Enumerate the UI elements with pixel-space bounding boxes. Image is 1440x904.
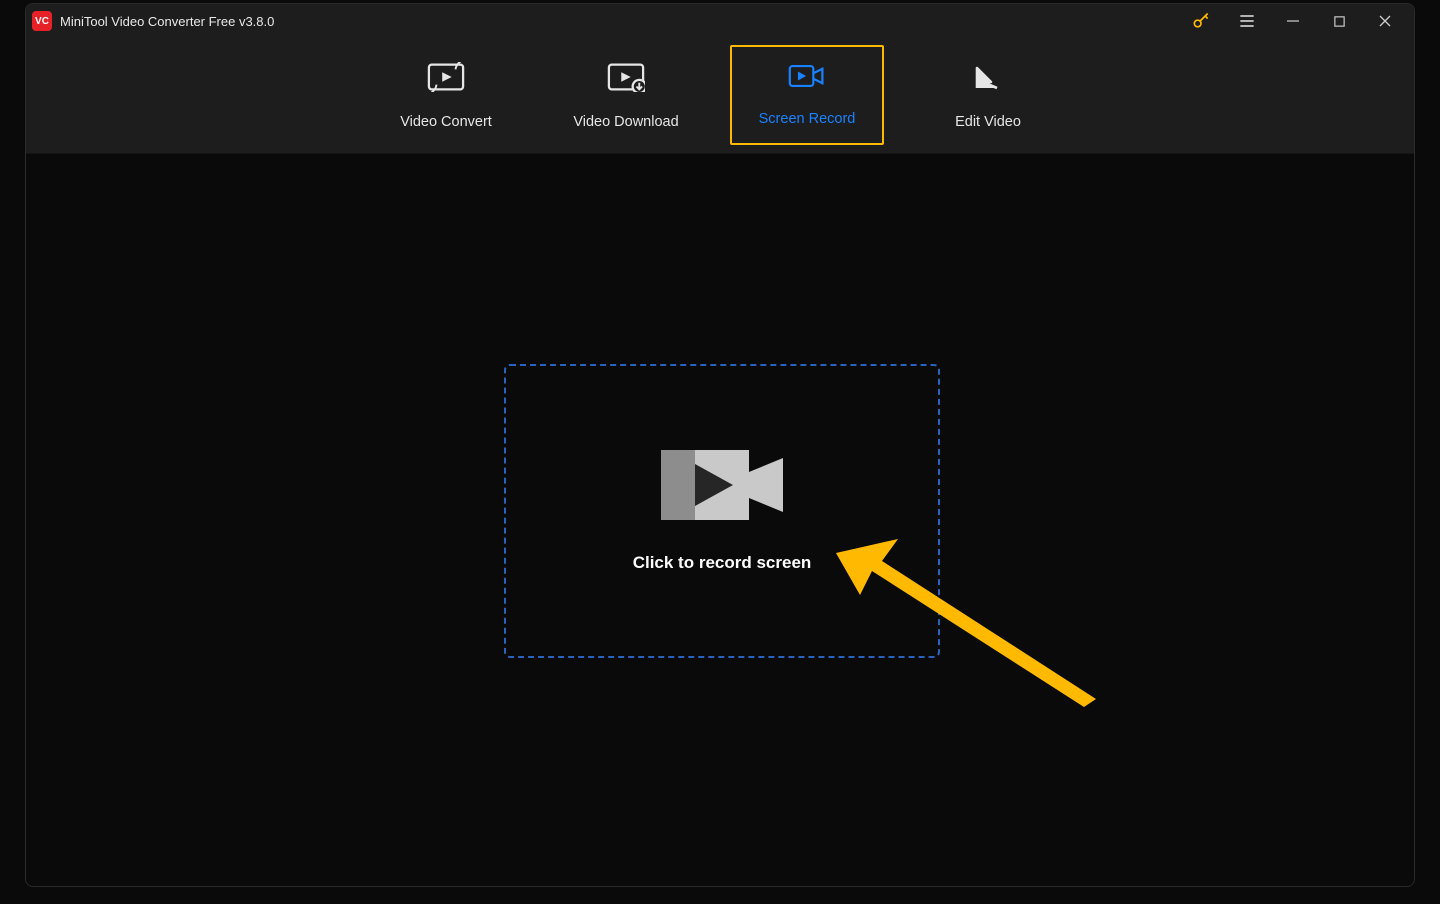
record-screen-label: Click to record screen <box>633 553 812 573</box>
tab-label: Edit Video <box>955 114 1021 130</box>
record-screen-dropzone[interactable]: Click to record screen <box>504 364 940 658</box>
tab-video-convert[interactable]: Video Convert <box>356 38 536 153</box>
key-icon[interactable] <box>1178 4 1224 38</box>
tab-label: Screen Record <box>759 111 856 127</box>
tab-label: Video Download <box>573 114 678 130</box>
tab-edit-video[interactable]: Edit Video <box>898 38 1078 153</box>
maximize-button[interactable] <box>1316 4 1362 38</box>
camera-record-icon <box>661 450 783 525</box>
app-window: VC MiniTool Video Converter Free v3.8.0 <box>26 4 1414 886</box>
titlebar: VC MiniTool Video Converter Free v3.8.0 <box>26 4 1414 38</box>
close-button[interactable] <box>1362 4 1408 38</box>
tab-screen-record[interactable]: Screen Record <box>730 45 884 145</box>
tab-label: Video Convert <box>400 114 492 130</box>
hamburger-menu-icon[interactable] <box>1224 4 1270 38</box>
minimize-button[interactable] <box>1270 4 1316 38</box>
tab-video-download[interactable]: Video Download <box>536 38 716 153</box>
main-tabs: Video Convert Video Download Screen Reco… <box>26 38 1414 154</box>
app-logo-icon: VC <box>32 11 52 31</box>
main-area: Click to record screen <box>26 154 1414 886</box>
window-title: MiniTool Video Converter Free v3.8.0 <box>60 14 1178 29</box>
